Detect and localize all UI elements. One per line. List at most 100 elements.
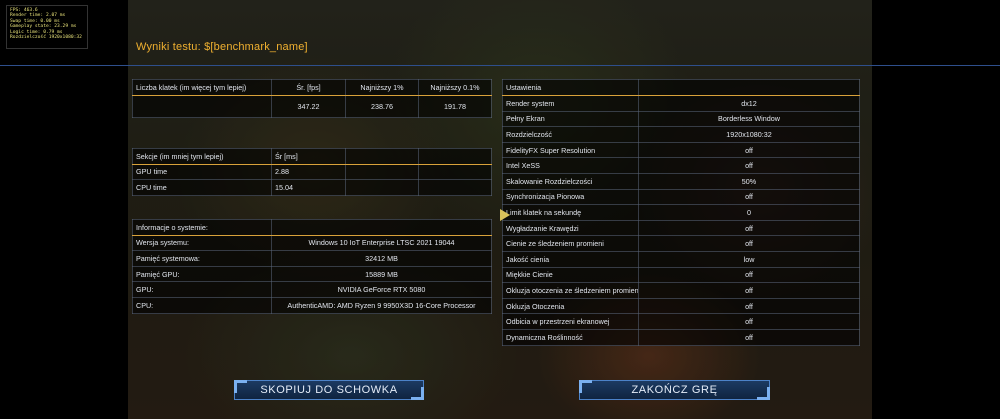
setting-value: 1920x1080:32: [638, 126, 860, 143]
table-cell: [345, 179, 419, 196]
table-header: Liczba klatek (im więcej tym lepiej): [132, 79, 272, 96]
info-label: GPU:: [132, 281, 272, 298]
table-row: Limit klatek na sekundę 0: [502, 204, 860, 221]
table-row: 347.22 238.76 191.78: [132, 94, 492, 118]
table-row: Intel XeSS off: [502, 157, 860, 174]
table-row: GPU time 2.88: [132, 163, 492, 181]
info-value: 15889 MB: [271, 265, 492, 283]
table-header: Ustawienia: [502, 79, 639, 96]
table-header-row: Sekcje (im mniej tym lepiej) Śr [ms]: [132, 148, 492, 165]
setting-value: off: [638, 141, 860, 159]
table-header: Sekcje (im mniej tym lepiej): [132, 148, 272, 165]
setting-label: Intel XeSS: [502, 157, 639, 174]
table-cell: [418, 179, 492, 196]
info-value: AuthenticAMD: AMD Ryzen 9 9950X3D 16-Cor…: [271, 296, 492, 314]
table-row: Wygładzanie Krawędzi off: [502, 219, 860, 237]
table-row: CPU: AuthenticAMD: AMD Ryzen 9 9950X3D 1…: [132, 296, 492, 314]
table-row: Jakość cienia low: [502, 250, 860, 268]
info-label: CPU:: [132, 296, 272, 314]
setting-label: Odbicia w przestrzeni ekranowej: [502, 313, 639, 330]
setting-value: off: [638, 313, 860, 330]
setting-value: off: [638, 235, 860, 252]
setting-label: Pełny Ekran: [502, 110, 639, 128]
table-cell: GPU time: [132, 163, 272, 181]
sections-table: Sekcje (im mniej tym lepiej) Śr [ms] GPU…: [132, 148, 492, 196]
table-cell: 2.88: [271, 163, 346, 181]
table-header: Najniższy 1%: [345, 79, 419, 96]
setting-label: FidelityFX Super Resolution: [502, 141, 639, 159]
setting-value: off: [638, 188, 860, 206]
setting-value: off: [638, 297, 860, 315]
table-header: Śr [ms]: [271, 148, 346, 165]
table-row: Cienie ze śledzeniem promieni off: [502, 235, 860, 252]
table-row: Pamięć systemowa: 32412 MB: [132, 250, 492, 267]
setting-label: Wygładzanie Krawędzi: [502, 219, 639, 237]
table-header: [418, 148, 492, 165]
info-value: 32412 MB: [271, 250, 492, 267]
table-header: Śr. [fps]: [271, 79, 346, 96]
setting-label: Cienie ze śledzeniem promieni: [502, 235, 639, 252]
setting-value: Borderless Window: [638, 110, 860, 128]
setting-label: Rozdzielczość: [502, 126, 639, 143]
table-row: Wersja systemu: Windows 10 IoT Enterpris…: [132, 234, 492, 252]
table-header-row: Liczba klatek (im więcej tym lepiej) Śr.…: [132, 79, 492, 96]
table-header: [271, 219, 492, 236]
setting-value: off: [638, 157, 860, 174]
setting-label: Skalowanie Rozdzielczości: [502, 172, 639, 190]
table-row: Miękkie Cienie off: [502, 266, 860, 284]
table-row: CPU time 15.04: [132, 179, 492, 196]
info-value: NVIDIA GeForce RTX 5080: [271, 281, 492, 298]
setting-value: off: [638, 266, 860, 284]
setting-value: 50%: [638, 172, 860, 190]
setting-label: Jakość cienia: [502, 250, 639, 268]
table-header: Informacje o systemie:: [132, 219, 272, 236]
low-1-value: 238.76: [345, 94, 419, 118]
table-row: Pełny Ekran Borderless Window: [502, 110, 860, 128]
table-cell: CPU time: [132, 179, 272, 196]
info-label: Pamięć GPU:: [132, 265, 272, 283]
setting-value: 0: [638, 204, 860, 221]
table-header: [345, 148, 419, 165]
copy-to-clipboard-button[interactable]: SKOPIUJ DO SCHOWKA: [234, 380, 424, 400]
table-row: GPU: NVIDIA GeForce RTX 5080: [132, 281, 492, 298]
info-value: Windows 10 IoT Enterprise LTSC 2021 1904…: [271, 234, 492, 252]
info-label: Pamięć systemowa:: [132, 250, 272, 267]
setting-value: off: [638, 219, 860, 237]
table-cell: [132, 94, 272, 118]
table-header-row: Ustawienia: [502, 79, 860, 96]
setting-label: Limit klatek na sekundę: [502, 204, 639, 221]
table-row: Okluzja otoczenia ze śledzeniem promieni…: [502, 282, 860, 299]
table-cell: [418, 163, 492, 181]
info-label: Wersja systemu:: [132, 234, 272, 252]
table-row: Okluzja Otoczenia off: [502, 297, 860, 315]
table-row: FidelityFX Super Resolution off: [502, 141, 860, 159]
setting-label: Dynamiczna Roślinność: [502, 328, 639, 346]
table-header-row: Informacje o systemie:: [132, 219, 492, 236]
setting-value: low: [638, 250, 860, 268]
table-row: Rozdzielczość 1920x1080:32: [502, 126, 860, 143]
table-row: Odbicia w przestrzeni ekranowej off: [502, 313, 860, 330]
setting-value: off: [638, 328, 860, 346]
quit-game-button[interactable]: ZAKOŃCZ GRĘ: [579, 380, 770, 400]
setting-value: off: [638, 282, 860, 299]
table-row: Skalowanie Rozdzielczości 50%: [502, 172, 860, 190]
system-info-table: Informacje o systemie: Wersja systemu: W…: [132, 219, 492, 314]
low-01-value: 191.78: [418, 94, 492, 118]
settings-table: Ustawienia Render system dx12 Pełny Ekran…: [502, 79, 860, 346]
table-row: Pamięć GPU: 15889 MB: [132, 265, 492, 283]
table-cell: [345, 163, 419, 181]
table-row: Synchronizacja Pionowa off: [502, 188, 860, 206]
setting-label: Miękkie Cienie: [502, 266, 639, 284]
setting-label: Okluzja otoczenia ze śledzeniem promieni: [502, 282, 639, 299]
table-row: Render system dx12: [502, 95, 860, 112]
table-header: Najniższy 0.1%: [418, 79, 492, 96]
avg-fps-value: 347.22: [271, 94, 346, 118]
setting-label: Okluzja Otoczenia: [502, 297, 639, 315]
table-header: [638, 79, 860, 96]
fps-table: Liczba klatek (im więcej tym lepiej) Śr.…: [132, 79, 492, 118]
overlay-line: Render time: 2.07 ms: [10, 13, 66, 19]
table-row: Dynamiczna Roślinność off: [502, 328, 860, 346]
setting-value: dx12: [638, 95, 860, 112]
table-cell: 15.04: [271, 179, 346, 196]
setting-label: Render system: [502, 95, 639, 112]
